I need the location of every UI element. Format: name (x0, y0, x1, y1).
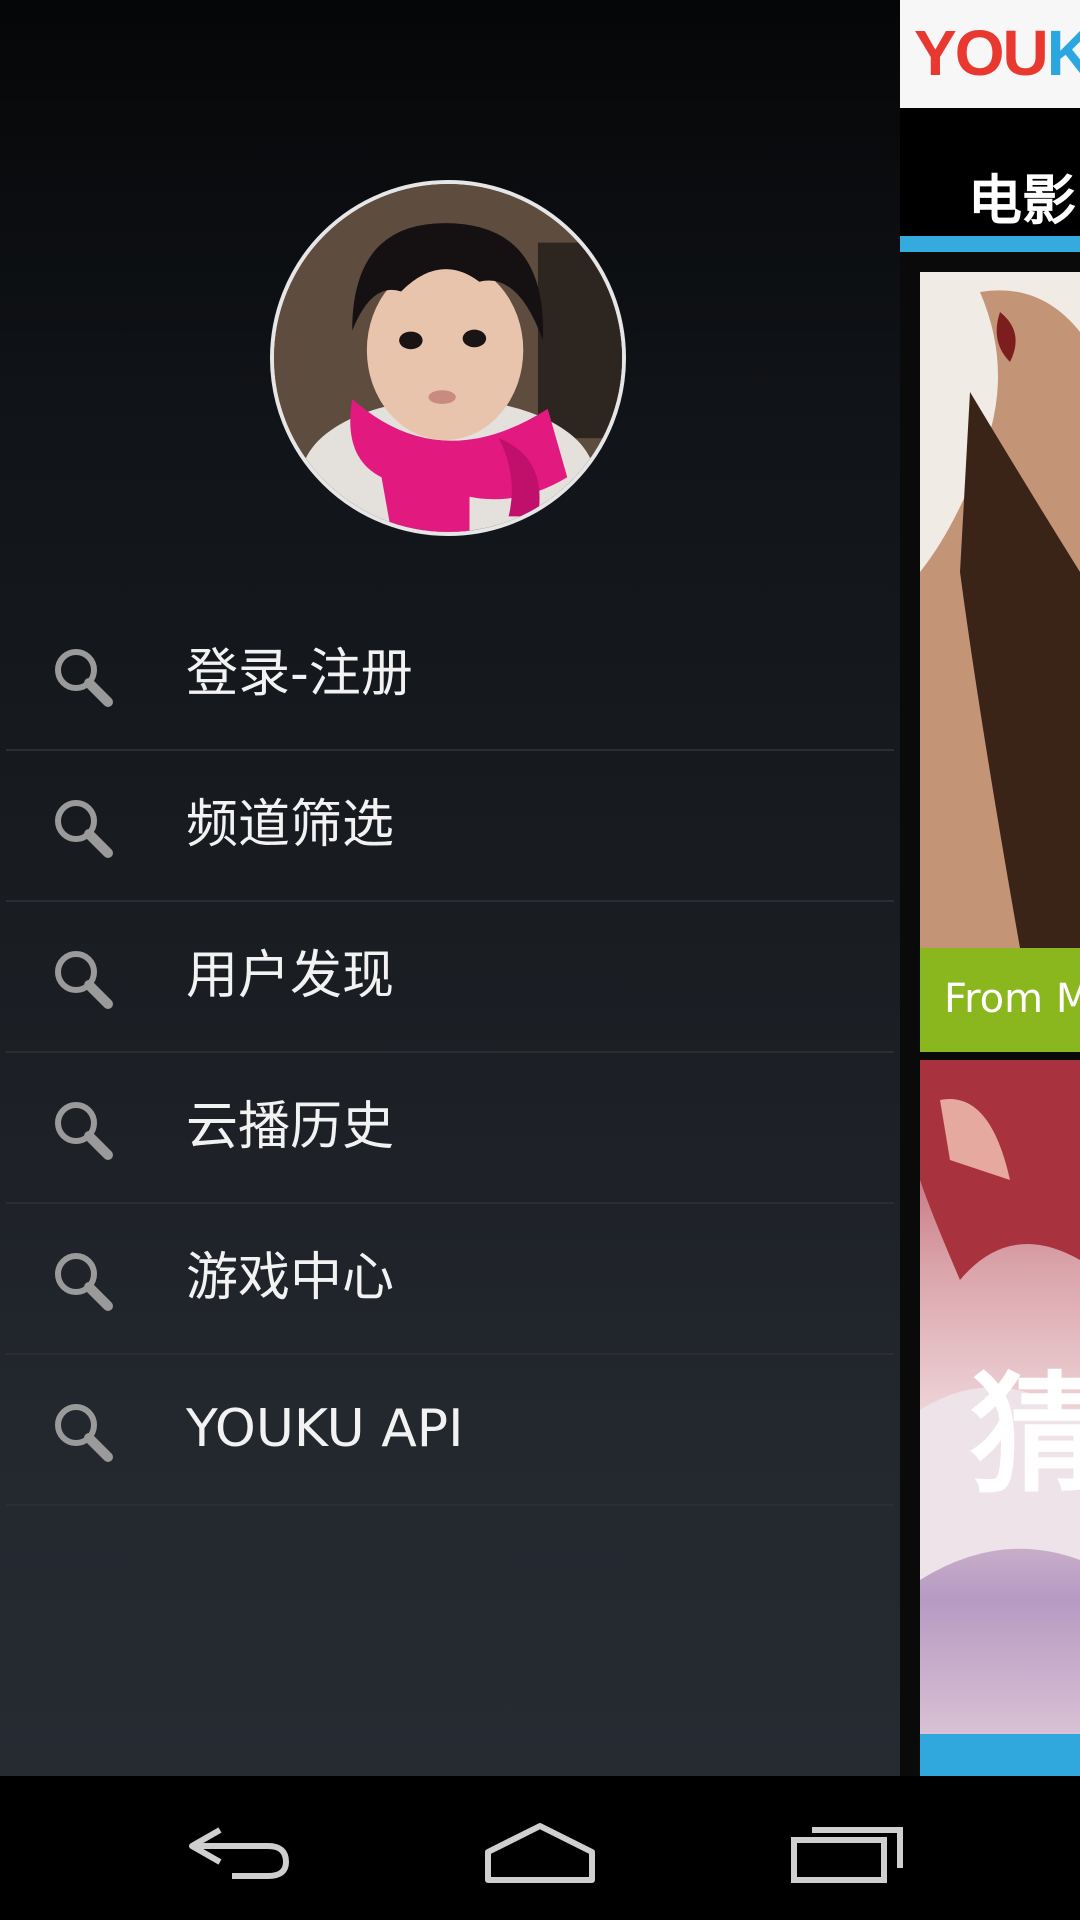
menu-item-youku-api[interactable]: YOUKU API (6, 1355, 894, 1506)
user-avatar-photo (274, 184, 622, 532)
youku-logo: YOUKU (914, 17, 1080, 89)
main-content: YOUKU 电影 From M 猜 (900, 0, 1080, 1776)
search-icon (55, 800, 113, 858)
search-icon (55, 649, 113, 707)
menu-item-label: 登录-注册 (186, 644, 413, 704)
navigation-drawer: 登录-注册 频道筛选 用户发现 云播历史 游戏中心 YOUKU API (0, 0, 900, 1776)
search-icon (55, 1404, 113, 1462)
menu-item-game-center[interactable]: 游戏中心 (6, 1204, 894, 1355)
menu-item-label: YOUKU API (186, 1399, 464, 1459)
menu-item-cloud-history[interactable]: 云播历史 (6, 1053, 894, 1204)
video-card-title-glyph: 猜 (970, 1358, 1080, 1511)
category-tabs: 电影 (900, 108, 1080, 252)
system-navigation-bar (0, 1776, 1080, 1920)
menu-item-label: 云播历史 (186, 1097, 395, 1157)
tab-indicator (900, 236, 1080, 252)
tab-movie[interactable]: 电影 (968, 156, 1076, 235)
search-icon (55, 951, 113, 1009)
thumbnail-image (920, 272, 1080, 948)
menu-item-channel-filter[interactable]: 频道筛选 (6, 751, 894, 902)
back-icon[interactable] (180, 1816, 300, 1886)
home-icon[interactable] (480, 1816, 600, 1886)
menu-item-user-discovery[interactable]: 用户发现 (6, 902, 894, 1053)
video-card-caption-2 (920, 1734, 1080, 1776)
menu-item-label: 游戏中心 (186, 1248, 395, 1308)
app-header: YOUKU (900, 0, 1080, 108)
menu-item-label: 频道筛选 (186, 795, 395, 855)
menu-item-login-register[interactable]: 登录-注册 (6, 600, 894, 751)
menu-item-label: 用户发现 (186, 946, 395, 1006)
search-icon (55, 1253, 113, 1311)
search-icon (55, 1102, 113, 1160)
user-avatar[interactable] (270, 180, 626, 536)
drawer-menu: 登录-注册 频道筛选 用户发现 云播历史 游戏中心 YOUKU API (0, 600, 900, 1506)
recents-icon[interactable] (788, 1816, 908, 1886)
video-card-caption: From M (920, 948, 1080, 1052)
video-card-thumbnail[interactable] (920, 272, 1080, 948)
